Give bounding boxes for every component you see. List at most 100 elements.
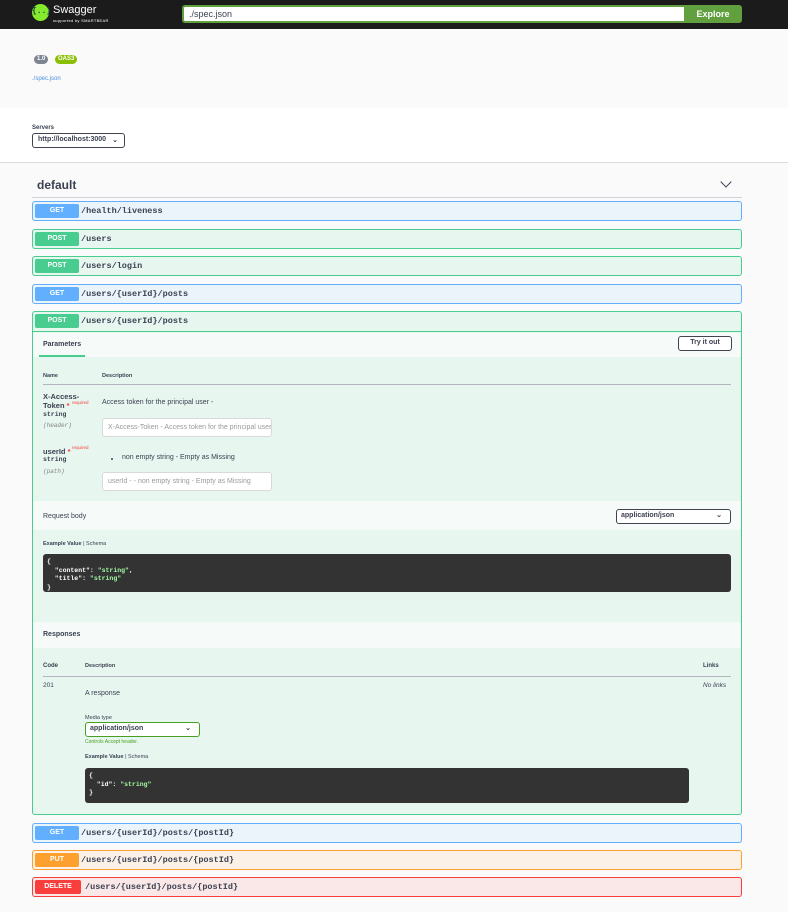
logo-glyph: {..} (32, 7, 52, 16)
operation-path: /users/login (81, 261, 143, 271)
responses-header (33, 622, 741, 648)
code-punct: , (128, 566, 133, 574)
try-it-out-button[interactable]: Try it out (678, 336, 732, 351)
request-body-label: Request body (43, 513, 87, 520)
method-badge: GET (35, 204, 79, 218)
col-resp-description: Description (85, 663, 116, 669)
opblock-get-health-liveness[interactable]: GET /health/liveness (32, 201, 742, 221)
param-description: Access token for the principal user - (102, 399, 214, 406)
selected-media-type: application/json (90, 725, 144, 732)
code-line: } (47, 583, 51, 591)
servers-select[interactable]: http://localhost:3000 ⌄ (32, 133, 125, 148)
request-example-code: { "content": "string", "title": "string"… (43, 554, 731, 592)
request-content-type-select[interactable]: application/json ⌄ (616, 509, 731, 524)
example-tabs: Example Value | Schema (43, 541, 106, 547)
col-links: Links (703, 663, 719, 669)
chevron-down-icon[interactable] (720, 176, 732, 188)
opblock-post-users[interactable]: POST /users (32, 229, 742, 249)
method-badge: POST (35, 314, 79, 328)
method-badge: GET (35, 287, 79, 301)
code-key: "title": (47, 575, 90, 582)
param-type: string (43, 456, 67, 463)
param-description: non empty string - Empty as Missing (122, 454, 235, 461)
code-line: { (89, 772, 93, 779)
brand-name[interactable]: Swagger (53, 4, 96, 16)
swagger-logo-icon[interactable]: {..} (32, 4, 52, 21)
method-badge: POST (35, 259, 79, 273)
col-description: Description (102, 373, 133, 379)
code-key: "id": (89, 780, 121, 788)
param-in: (header) (43, 422, 72, 429)
col-name: Name (43, 373, 58, 379)
x-access-token-input[interactable]: X-Access-Token - Access token for the pr… (102, 418, 272, 437)
selected-content-type: application/json (621, 512, 675, 519)
servers-section: Servers http://localhost:3000 ⌄ (0, 108, 788, 163)
response-example-code: { "id": "string" } (85, 768, 689, 803)
servers-label: Servers (32, 125, 55, 131)
operation-path: /users/{userId}/posts/{postId} (81, 855, 235, 865)
brand-subtitle: supported by SMARTBEAR (53, 18, 109, 23)
media-type-label: Media type (85, 715, 112, 721)
opblock-post-users-login[interactable]: POST /users/login (32, 256, 742, 276)
required-label: required (72, 445, 89, 450)
method-badge: DELETE (35, 880, 81, 894)
parameters-tab-underline (39, 355, 85, 357)
controls-accept-note: Controls Accept header. (85, 739, 139, 745)
opblock-summary[interactable]: POST /users/{userId}/posts (33, 312, 741, 332)
tab-separator: | (125, 754, 127, 760)
schema-tab[interactable]: Schema (128, 754, 148, 760)
code-line: } (89, 789, 93, 796)
code-line: { (47, 558, 51, 565)
code-string: "string" (120, 780, 152, 788)
method-badge: POST (35, 232, 79, 246)
responses-title: Responses (43, 631, 81, 638)
operation-path: /users/{userId}/posts/{postId} (85, 882, 239, 892)
response-media-type-select[interactable]: application/json ⌄ (85, 722, 200, 737)
code-string: "string" (89, 575, 122, 582)
tab-separator: | (83, 541, 85, 547)
param-name-line1: userId (43, 447, 66, 456)
code-string: "string" (97, 566, 129, 574)
user-id-input[interactable]: userId - - non empty string - Empty as M… (102, 472, 272, 491)
operation-path: /users (81, 234, 112, 244)
example-tabs: Example Value | Schema (85, 754, 148, 760)
param-name: userId * (43, 447, 71, 456)
opblock-post-user-posts-expanded: POST /users/{userId}/posts Parameters Tr… (32, 311, 742, 815)
opblock-get-user-post[interactable]: GET /users/{userId}/posts/{postId} (32, 823, 742, 843)
required-label: required (72, 400, 89, 405)
parameters-header: Parameters (33, 333, 741, 357)
explore-button[interactable]: Explore (684, 5, 742, 23)
opblock-get-user-posts[interactable]: GET /users/{userId}/posts (32, 284, 742, 304)
operation-path: /users/{userId}/posts (81, 289, 189, 299)
required-star: * (66, 401, 70, 410)
tag-header-default[interactable]: default (32, 172, 742, 198)
chevron-down-icon: ⌄ (112, 137, 118, 144)
operation-path: /users/{userId}/posts/{postId} (81, 828, 235, 838)
divider (43, 676, 731, 677)
example-value-tab[interactable]: Example Value (85, 754, 124, 760)
code-key: "content": (47, 566, 98, 574)
divider (43, 384, 731, 385)
param-name-line2: Token (43, 401, 65, 410)
chevron-down-icon: ⌄ (185, 725, 191, 732)
col-code: Code (43, 663, 58, 669)
topbar: {..} Swagger supported by SMARTBEAR Expl… (0, 0, 788, 29)
param-type: string (43, 411, 67, 418)
example-value-tab[interactable]: Example Value (43, 541, 82, 547)
response-links: No links (703, 682, 727, 689)
parameters-tab[interactable]: Parameters (43, 341, 81, 348)
schema-tab[interactable]: Schema (86, 541, 106, 547)
spec-url-input[interactable] (182, 5, 684, 23)
operation-path: /health/liveness (81, 206, 163, 216)
response-description: A response (85, 690, 121, 697)
servers-selected-value: http://localhost:3000 (38, 136, 107, 143)
operation-path: /users/{userId}/posts (81, 316, 189, 326)
required-star: * (67, 447, 71, 456)
version-badge: 1.0 (34, 55, 49, 64)
opblock-put-user-post[interactable]: PUT /users/{userId}/posts/{postId} (32, 850, 742, 870)
bullet-icon (111, 458, 113, 460)
tag-name: default (37, 178, 77, 192)
spec-link[interactable]: ./spec.json (32, 76, 61, 82)
opblock-delete-user-post[interactable]: DELETE /users/{userId}/posts/{postId} (32, 877, 742, 897)
param-in: (path) (43, 468, 65, 475)
